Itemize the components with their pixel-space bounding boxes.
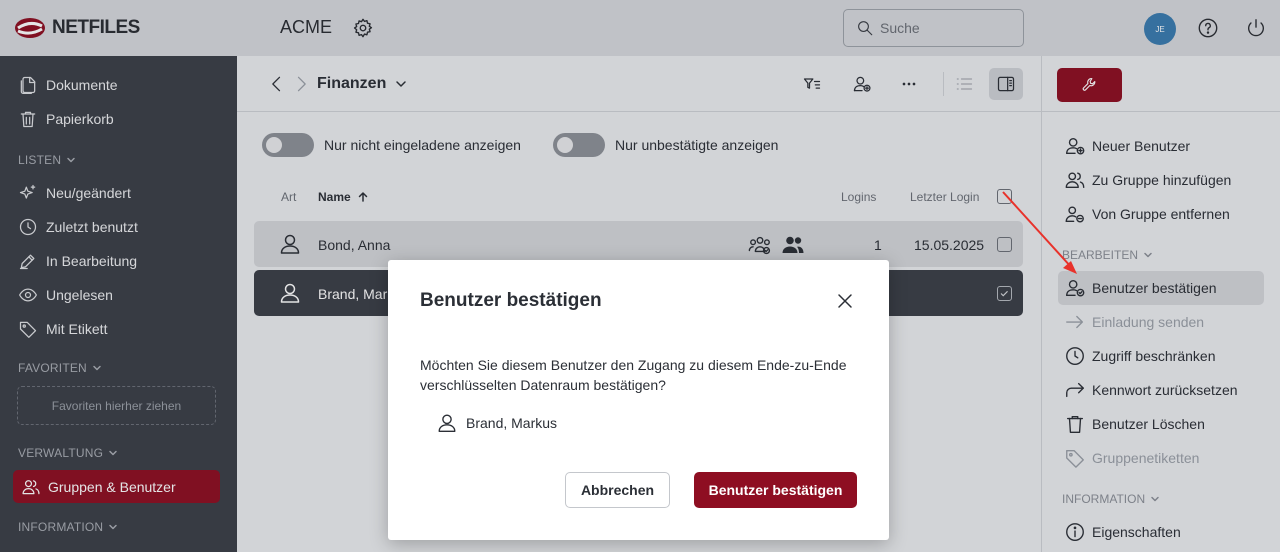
user-icon: [438, 414, 456, 432]
dialog-title: Benutzer bestätigen: [420, 290, 602, 311]
confirm-user-button[interactable]: Benutzer bestätigen: [694, 472, 857, 508]
dialog-user: Brand, Markus: [436, 412, 557, 434]
close-icon[interactable]: [835, 291, 855, 311]
cancel-button[interactable]: Abbrechen: [565, 472, 670, 508]
dialog-message: Möchten Sie diesem Benutzer den Zugang z…: [420, 357, 847, 393]
dialog-user-name: Brand, Markus: [466, 415, 558, 431]
confirm-user-dialog: Benutzer bestätigen Möchten Sie diesem B…: [388, 260, 889, 540]
